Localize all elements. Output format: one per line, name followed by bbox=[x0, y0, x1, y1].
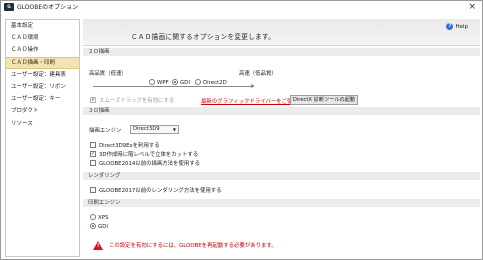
sidebar-item-product[interactable]: プロダクト bbox=[6, 105, 79, 117]
directx-diag-button[interactable]: DirectX 診断ツールの起動 bbox=[290, 95, 358, 105]
check-render-legacy-label: GLOOBE2017以前のレンダリング方法を使用する bbox=[99, 188, 222, 194]
radio-print-gdi-label: GDI bbox=[98, 224, 108, 230]
header-band: ＣＡＤ描画に関するオプションを変更します。 ? Help bbox=[83, 19, 480, 46]
radio-2d-wpf[interactable]: WPF bbox=[149, 79, 169, 86]
check-level-cut-label: 3D作成時に階レベルで立体をカットする bbox=[99, 152, 199, 158]
section-2d-heading: ２Ｄ描画 bbox=[83, 48, 480, 56]
radio-2d-direct2d-circle bbox=[195, 79, 201, 85]
sidebar-item-cad-operation[interactable]: ＣＡＤ操作 bbox=[6, 44, 79, 56]
radio-2d-gdi[interactable]: GDI bbox=[172, 79, 190, 86]
section-print-heading: 印刷エンジン bbox=[83, 199, 480, 207]
engine-select[interactable]: Direct3D9 ▼ bbox=[130, 125, 179, 134]
window-title: GLOOBEのオプション bbox=[17, 4, 79, 11]
radio-print-xps-circle bbox=[90, 214, 96, 220]
radio-2d-wpf-label: WPF bbox=[157, 80, 169, 86]
check-level-cut[interactable]: 3D作成時に階レベルで立体をカットする bbox=[90, 150, 198, 158]
chevron-down-icon: ▼ bbox=[172, 127, 176, 132]
radio-2d-wpf-circle bbox=[149, 79, 155, 85]
engine-label: 描画エンジン bbox=[89, 128, 122, 134]
quality-arrow-line bbox=[93, 86, 253, 87]
radio-2d-gdi-circle bbox=[172, 79, 178, 85]
engine-select-value: Direct3D9 bbox=[133, 126, 160, 132]
quality-high-label: 高速（低品質） bbox=[239, 71, 277, 77]
options-window: G GLOOBEのオプション × 基本設定 ＣＡＤ環境 ＣＡＤ操作 ＣＡＤ描画・… bbox=[0, 0, 483, 260]
smooth-drag-check: スムーズドラッグを有効にする bbox=[90, 96, 174, 104]
restart-warning-text: この設定を有効にするには、GLOOBEを再起動する必要があります。 bbox=[109, 243, 277, 249]
sidebar-item-user-fittings[interactable]: ユーザー設定：建具表 bbox=[6, 69, 79, 81]
gloobe-app-icon: G bbox=[4, 3, 14, 11]
sidebar-item-user-keys[interactable]: ユーザー設定：キー bbox=[6, 93, 79, 105]
help-link[interactable]: ? Help bbox=[446, 23, 468, 30]
radio-print-xps-label: XPS bbox=[98, 215, 109, 221]
radio-2d-direct2d[interactable]: Direct2D bbox=[195, 79, 227, 86]
options-panel: ＣＡＤ描画に関するオプションを変更します。 ? Help ２Ｄ描画 高品質（低速… bbox=[83, 19, 480, 257]
smooth-drag-label: スムーズドラッグを有効にする bbox=[99, 98, 175, 104]
check-direct3d9ex-box bbox=[90, 142, 96, 148]
smooth-drag-checkbox bbox=[90, 97, 96, 103]
radio-print-xps[interactable]: XPS bbox=[90, 214, 108, 221]
radio-print-gdi-circle bbox=[90, 223, 96, 229]
radio-print-gdi[interactable]: GDI bbox=[90, 223, 108, 230]
sidebar-item-basic[interactable]: 基本設定 bbox=[6, 20, 79, 32]
radio-2d-direct2d-label: Direct2D bbox=[203, 80, 227, 86]
help-icon: ? bbox=[446, 23, 454, 30]
sidebar-item-cad-drawing-print[interactable]: ＣＡＤ描画・印刷 bbox=[6, 56, 79, 69]
options-sidebar: 基本設定 ＣＡＤ環境 ＣＡＤ操作 ＣＡＤ描画・印刷 ユーザー設定：建具表 ユーザ… bbox=[5, 19, 80, 257]
close-icon[interactable]: × bbox=[468, 2, 476, 12]
check-gloobe2014-box bbox=[90, 160, 96, 166]
sidebar-item-cad-environment[interactable]: ＣＡＤ環境 bbox=[6, 32, 79, 44]
page-title: ＣＡＤ描画に関するオプションを変更します。 bbox=[131, 33, 276, 41]
sidebar-item-user-ribbon[interactable]: ユーザー設定：リボン bbox=[6, 81, 79, 93]
check-direct3d9ex[interactable]: Direct3D9Exを利用する bbox=[90, 141, 160, 149]
sidebar-item-resource[interactable]: リソース bbox=[6, 118, 79, 130]
check-render-legacy[interactable]: GLOOBE2017以前のレンダリング方法を使用する bbox=[90, 186, 222, 194]
check-gloobe2014-label: GLOOBE2014以前の描画方法を使用する bbox=[99, 161, 200, 167]
section-3d-heading: ３Ｄ描画 bbox=[83, 107, 480, 115]
check-direct3d9ex-label: Direct3D9Exを利用する bbox=[99, 143, 160, 149]
check-render-legacy-box bbox=[90, 187, 96, 193]
warning-icon: ! bbox=[93, 241, 103, 250]
check-level-cut-box bbox=[90, 151, 96, 157]
help-label: Help bbox=[455, 23, 468, 30]
quality-low-label: 高品質（低速） bbox=[89, 71, 127, 77]
quality-arrow-head bbox=[251, 84, 255, 88]
check-gloobe2014[interactable]: GLOOBE2014以前の描画方法を使用する bbox=[90, 159, 200, 167]
radio-2d-gdi-label: GDI bbox=[180, 80, 190, 86]
title-bar: G GLOOBEのオプション × bbox=[1, 1, 482, 14]
section-render-heading: レンダリング bbox=[83, 172, 480, 180]
